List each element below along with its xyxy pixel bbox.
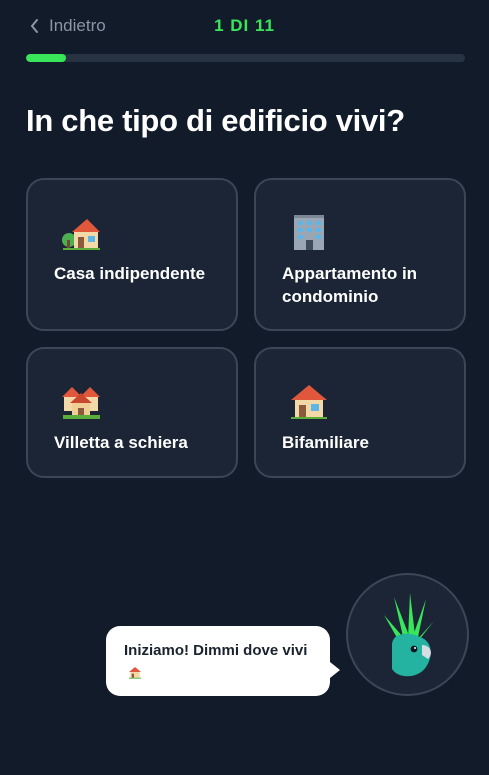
option-label: Appartamento in condominio <box>282 264 418 306</box>
house-emoji-icon <box>129 667 141 679</box>
option-label: Villetta a schiera <box>54 433 188 452</box>
progress-bar <box>26 54 465 62</box>
question-title: In che tipo di edificio vivi? <box>26 103 405 138</box>
assistant-avatar[interactable] <box>346 573 469 696</box>
options-grid: Casa indipendente Appartamento in condom… <box>26 178 466 478</box>
option-appartamento-condominio[interactable]: Appartamento in condominio <box>254 178 466 331</box>
top-bar: Indietro 1 DI 11 <box>0 0 489 52</box>
bubble-tail <box>330 662 340 678</box>
house-icon <box>291 385 327 419</box>
option-label: Bifamiliare <box>282 433 369 452</box>
houses-icon <box>62 387 100 419</box>
option-villetta-schiera[interactable]: Villetta a schiera <box>26 347 238 478</box>
cockatoo-mascot-icon <box>384 593 434 677</box>
assistant-message-text: Iniziamo! Dimmi dove vivi <box>124 642 308 659</box>
option-bifamiliare[interactable]: Bifamiliare <box>254 347 466 478</box>
assistant-message-bubble: Iniziamo! Dimmi dove vivi <box>106 626 330 696</box>
step-counter: 1 DI 11 <box>214 16 275 35</box>
option-label: Casa indipendente <box>54 264 206 283</box>
progress-fill <box>26 54 66 62</box>
house-with-garden-icon <box>62 219 100 250</box>
option-casa-indipendente[interactable]: Casa indipendente <box>26 178 238 331</box>
office-building-icon <box>294 215 324 250</box>
